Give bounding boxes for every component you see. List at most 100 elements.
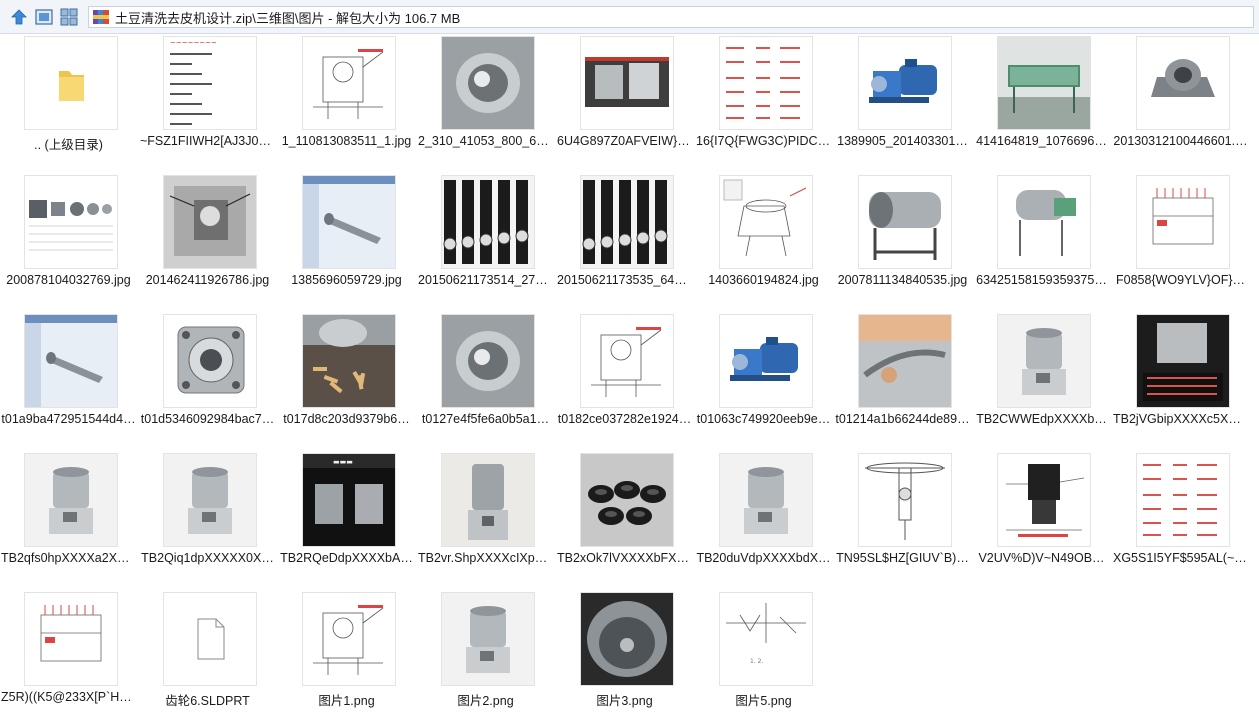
file-name: ~FSZ1FIIWH2[AJ3J0(… [140,134,275,148]
file-grid: .. (上级目录) ~~~~~~~~ ~FSZ1FIIWH2[AJ3J0(… 1_11… [0,34,1259,726]
file-name: V2UV%D)V~N49OB… [978,551,1105,565]
file-thumbnail [858,36,952,130]
file-name: 16{I7Q{FWG3C)PIDC`… [696,134,831,148]
file-name: 2_310_41053_800_60… [418,134,553,148]
file-name: TB20duVdpXXXXbdX… [696,551,831,565]
file-item[interactable]: 图片1.png [277,590,416,728]
file-item[interactable]: t01063c749920eeb9e… [694,312,833,450]
file-item[interactable]: TB2CWWEdpXXXXb… [972,312,1111,450]
file-name: TB2vr.ShpXXXXcIXpX… [418,551,553,565]
file-item[interactable]: 2007811134840535.jpg [833,173,972,311]
file-name: 1385696059729.jpg [291,273,402,287]
file-name: 2007811134840535.jpg [837,273,968,287]
file-thumbnail [302,592,396,686]
file-item[interactable]: 齿轮6.SLDPRT [138,590,277,728]
address-bar[interactable]: 土豆清洗去皮机设计.zip\三维图\图片 - 解包大小为 106.7 MB [88,6,1254,28]
file-thumbnail [580,314,674,408]
toolbar: 土豆清洗去皮机设计.zip\三维图\图片 - 解包大小为 106.7 MB [0,0,1259,34]
file-thumbnail [24,314,118,408]
file-item[interactable]: Z5R)((K5@233X[P`HL(… [0,590,138,728]
file-item[interactable]: 16{I7Q{FWG3C)PIDC`… [694,34,833,172]
view-large-icon[interactable] [34,7,54,27]
file-name: 图片2.png [457,694,514,708]
file-item[interactable]: F0858{WO9YLV}OF}… [1111,173,1250,311]
file-item[interactable]: 200878104032769.jpg [0,173,138,311]
file-item[interactable]: TB2qfs0hpXXXXa2Xp… [0,451,138,589]
file-item[interactable]: 2_310_41053_800_60… [416,34,555,172]
file-thumbnail [997,453,1091,547]
file-name: 齿轮6.SLDPRT [165,694,250,708]
file-name: TB2RQeDdpXXXXbA… [280,551,413,565]
file-item[interactable]: 1385696059729.jpg [277,173,416,311]
file-item[interactable]: t0127e4f5fe6a0b5a1… [416,312,555,450]
file-name: XG5S1I5YF$595AL(~I… [1113,551,1248,565]
file-item[interactable]: V2UV%D)V~N49OB… [972,451,1111,589]
file-item[interactable]: TB2vr.ShpXXXXcIXpX… [416,451,555,589]
document-icon [163,592,257,686]
svg-text:1. 2.: 1. 2. [750,658,763,665]
file-item[interactable]: t01214a1b66244de89… [833,312,972,450]
file-name: t01a9ba472951544d4… [1,412,136,426]
file-name: TB2qfs0hpXXXXa2Xp… [1,551,136,565]
file-item[interactable]: t0182ce037282e1924… [555,312,694,450]
up-arrow-icon[interactable] [9,7,29,27]
file-item[interactable]: 1_110813083511_1.jpg [277,34,416,172]
file-thumbnail [580,453,674,547]
file-thumbnail [302,175,396,269]
file-thumbnail: ~~~~~~~~ [163,36,257,130]
file-thumbnail [997,36,1091,130]
file-item[interactable]: TB2Qiq1dpXXXXX0X… [138,451,277,589]
file-thumbnail: ▬▬▬ [302,453,396,547]
file-item[interactable]: 414164819_1076696… [972,34,1111,172]
file-name: t017d8c203d9379b6… [283,412,410,426]
file-thumbnail [1136,314,1230,408]
file-name: 63425158159359375… [976,273,1107,287]
file-thumbnail [1136,175,1230,269]
file-thumbnail: 1. 2. [719,592,813,686]
file-item[interactable]: TB2xOk7lVXXXXbFXX… [555,451,694,589]
file-thumbnail [997,175,1091,269]
file-item[interactable]: 20150621173535_646… [555,173,694,311]
file-item[interactable]: TB20duVdpXXXXbdX… [694,451,833,589]
parent-directory-item[interactable]: .. (上级目录) [0,34,138,172]
address-path: 土豆清洗去皮机设计.zip\三维图\图片 - 解包大小为 106.7 MB [115,10,461,26]
file-item[interactable]: 20130312100446601.… [1111,34,1250,172]
view-grid-icon[interactable] [59,7,79,27]
file-name: t01d5346092984bac7… [140,412,275,426]
file-name: t01214a1b66244de89… [835,412,970,426]
file-item[interactable]: 1389905_201403301… [833,34,972,172]
file-item[interactable]: XG5S1I5YF$595AL(~I… [1111,451,1250,589]
file-name: t01063c749920eeb9e… [696,412,831,426]
file-item[interactable]: ~~~~~~~~ ~FSZ1FIIWH2[AJ3J0(… [138,34,277,172]
file-name: t0127e4f5fe6a0b5a1… [421,412,550,426]
svg-text:~~~~~~~~: ~~~~~~~~ [170,39,217,47]
file-thumbnail [441,453,535,547]
file-thumbnail [719,175,813,269]
file-name: 20150621173514_271… [418,273,553,287]
file-thumbnail [24,453,118,547]
file-item[interactable]: t017d8c203d9379b6… [277,312,416,450]
file-item[interactable]: t01d5346092984bac7… [138,312,277,450]
file-name: 1389905_201403301… [837,134,968,148]
file-item[interactable]: t01a9ba472951544d4… [0,312,138,450]
file-item[interactable]: 图片2.png [416,590,555,728]
file-name: TB2xOk7lVXXXXbFXX… [557,551,692,565]
file-item[interactable]: 63425158159359375… [972,173,1111,311]
svg-text:▬▬▬: ▬▬▬ [333,458,353,466]
file-thumbnail [441,175,535,269]
file-item[interactable]: ▬▬▬ TB2RQeDdpXXXXbA… [277,451,416,589]
file-thumbnail [163,453,257,547]
file-thumbnail [163,314,257,408]
file-item[interactable]: TB2jVGbipXXXXc5XX… [1111,312,1250,450]
file-item[interactable]: 图片3.png [555,590,694,728]
file-item[interactable]: 201462411926786.jpg [138,173,277,311]
file-item[interactable]: TN95SL$HZ[GIUV`B)… [833,451,972,589]
file-thumbnail [997,314,1091,408]
file-item[interactable]: 20150621173514_271… [416,173,555,311]
file-item[interactable]: 6U4G897Z0AFVEIW}}… [555,34,694,172]
file-item[interactable]: 1. 2. 图片5.png [694,590,833,728]
file-name: 201462411926786.jpg [145,273,270,287]
file-name: 图片1.png [318,694,375,708]
file-item[interactable]: 1403660194824.jpg [694,173,833,311]
file-thumbnail [24,175,118,269]
